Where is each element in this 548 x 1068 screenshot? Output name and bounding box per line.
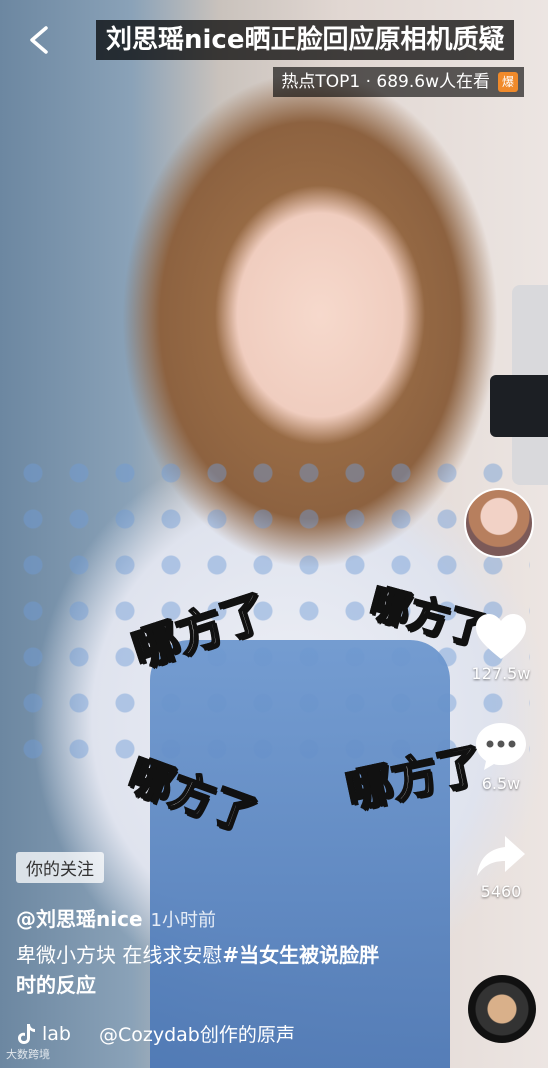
share-button[interactable]: 5460 [461, 832, 541, 901]
like-button[interactable]: 127.5w [461, 612, 541, 683]
blue-dress [150, 640, 450, 1068]
tiktok-note-icon [18, 1023, 35, 1044]
share-arrow-icon [477, 836, 525, 876]
phone-holder [490, 375, 548, 437]
share-count: 5460 [480, 882, 522, 901]
chevron-left-icon [30, 26, 48, 54]
comment-button[interactable]: 6.5w [461, 720, 541, 793]
explosive-icon: 爆 [498, 72, 518, 92]
back-button[interactable] [22, 22, 58, 58]
music-disc[interactable] [468, 975, 536, 1043]
video-screen[interactable]: 哪方了 哪方了 哪方了 哪方了 刘思瑶nice晒正脸回应原相机质疑 热点TOP1… [0, 0, 548, 1068]
hot-rank-badge[interactable]: 热点TOP1 · 689.6w人在看 爆 [273, 67, 524, 97]
author-avatar[interactable] [464, 488, 534, 558]
description-text: 卑微小方块 在线求安慰 [16, 943, 223, 967]
comment-count: 6.5w [481, 774, 521, 793]
hot-rank-label: 热点TOP1 · 689.6w人在看 [281, 72, 490, 92]
heart-icon [476, 614, 526, 659]
like-count: 127.5w [471, 664, 531, 683]
hot-topic-title[interactable]: 刘思瑶nice晒正脸回应原相机质疑 [96, 20, 515, 60]
video-description: 卑微小方块 在线求安慰#当女生被说脸胖时的反应 [16, 940, 396, 1000]
author-line[interactable]: @刘思瑶nice 1小时前 [16, 903, 216, 932]
author-name[interactable]: @刘思瑶nice [16, 907, 143, 931]
post-time: 1小时前 [150, 910, 216, 931]
watermark: 大数跨境 [6, 1048, 50, 1061]
comment-icon [476, 723, 526, 770]
music-source: @Cozydab创作的原声 [98, 1024, 295, 1046]
music-prefix: lab [42, 1022, 71, 1045]
following-tag: 你的关注 [16, 852, 104, 883]
music-info[interactable]: lab @Cozydab创作的原声 [16, 1020, 295, 1047]
